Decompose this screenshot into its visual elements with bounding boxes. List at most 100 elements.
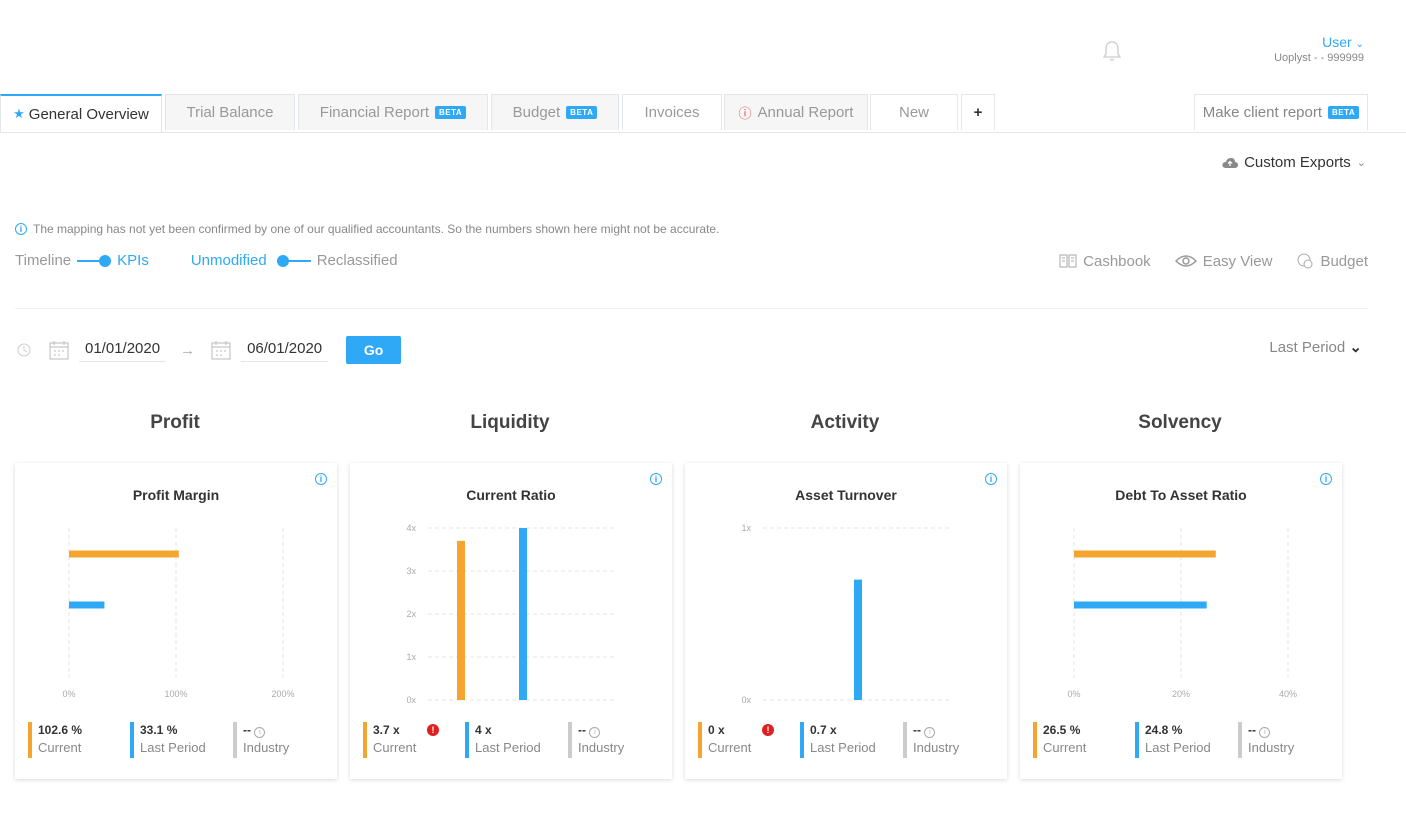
kpi-chart: 0% 100% 200% [62,528,295,699]
company-id: Uoplyst - - 999999 [1274,52,1364,64]
x-tick-label: 0% [62,689,75,699]
easy-view-label: Easy View [1202,252,1273,270]
notice-text: The mapping has not yet been confirmed b… [33,222,720,236]
legend-industry: -- i Industry [903,722,959,758]
legend-label: Industry [578,740,625,755]
legend-label: Industry [1248,740,1295,755]
bar-last-period [1074,601,1207,609]
end-date-input[interactable]: 06/01/2020 [241,338,329,362]
period-dropdown[interactable]: Last Period ⌄ [1269,338,1362,356]
legend-last-period: 4 x Last Period [465,722,541,758]
budget-view[interactable]: Budget [1296,252,1368,270]
tab-label: Budget [512,104,561,121]
legend-value: -- [1248,723,1256,737]
legend-industry: -- i Industry [568,722,624,758]
bar-current [1074,550,1216,558]
kpi-card-asset-turnover: Asset Turnover i 0x 1x 0 x Current! 0.7 x Last … [685,463,1007,779]
unmodified-label: Unmodified [190,252,267,269]
custom-exports-label: Custom Exports [1244,154,1351,171]
legend-label: Industry [913,740,960,755]
x-tick-label: 0% [1067,689,1080,699]
tab-trial-balance[interactable]: Trial Balance [165,94,295,130]
easy-view[interactable]: Easy View [1174,252,1273,270]
legend-value: 0 x [708,723,725,737]
calendar-icon[interactable] [211,340,231,360]
tab-label: General Overview [28,105,149,123]
y-tick-label: 0x [741,695,751,705]
mapping-notice: i The mapping has not yet been confirmed… [15,222,719,236]
chevron-down-icon: ⌄ [1356,157,1366,169]
tab-label: Financial Report [319,104,430,121]
info-icon[interactable]: i [254,727,266,738]
legend-value: -- [578,723,586,737]
chevron-down-icon: ⌄ [1349,339,1362,356]
custom-exports-dropdown[interactable]: Custom Exports ⌄ [1222,154,1366,171]
section-title-activity: Activity [810,412,880,433]
kpi-card-current-ratio: Current Ratio i 0x 1x 2x 3x 4x 3.7 x Current! 4 x… [350,463,672,779]
period-label: Last Period [1269,339,1346,356]
tab-budget[interactable]: Budget BETA [491,94,619,130]
legend-value: 3.7 x [373,723,400,737]
legend-last-period: 33.1 % Last Period [130,722,206,758]
tab-label: Annual Report [757,104,854,121]
info-icon: i [15,223,27,235]
tab-label: New [898,104,929,121]
legend-label: Current [708,740,752,755]
tab-new[interactable]: New [870,94,958,130]
tab-general-overview[interactable]: ★ General Overview [0,94,162,132]
tab-label: Invoices [644,104,700,121]
start-date-input[interactable]: 01/01/2020 [79,338,167,362]
history-icon[interactable] [15,341,33,359]
user-menu[interactable]: User ⌄ [1322,34,1364,50]
date-range-row: 01/01/2020 → 06/01/2020 Go [15,336,402,364]
chart-legend: 102.6 % Current 33.1 % Last Period -- i Indus… [28,722,328,758]
legend-label: Last Period [475,740,541,755]
eye-icon [1174,255,1197,267]
x-tick-label: 100% [164,689,187,699]
cashbook-label: Cashbook [1083,252,1151,270]
timeline-kpi-toggle[interactable] [77,254,112,267]
budget-coins-icon [1297,253,1313,269]
legend-value: 4 x [475,723,492,737]
bar-current [69,550,179,558]
go-button[interactable]: Go [346,336,402,364]
budget-label: Budget [1320,252,1368,270]
kpi-card-profit-margin: Profit Margin i 0% 100% 200% 102.6 % Current 33… [15,463,337,779]
calendar-icon[interactable] [49,340,69,360]
divider [15,308,1368,309]
legend-value: 33.1 % [140,723,178,737]
legend-value: 24.8 % [1145,723,1183,737]
tab-invoices[interactable]: Invoices [622,94,722,130]
cloud-upload-icon [1222,157,1239,168]
bar-last-period [519,528,527,700]
legend-label: Current [373,740,417,755]
y-tick-label: 0x [406,695,416,705]
reclassified-label: Reclassified [316,252,398,269]
make-client-report-button[interactable]: Make client report BETA [1194,94,1368,130]
cashbook-view[interactable]: Cashbook [1059,253,1151,270]
beta-badge: BETA [1328,106,1360,119]
legend-last-period: 0.7 x Last Period [800,722,876,758]
legend-label: Last Period [140,740,206,755]
tab-label: Trial Balance [186,104,274,121]
notification-bell-icon[interactable] [1102,40,1122,62]
reclassified-toggle[interactable] [276,254,311,267]
tab-financial-report[interactable]: Financial Report BETA [298,94,488,130]
info-icon[interactable]: i [589,727,601,738]
info-icon[interactable]: i [1259,727,1271,738]
chevron-down-icon: ⌄ [1355,39,1364,50]
legend-current: 0 x Current [698,722,751,758]
legend-label: Current [38,740,82,755]
kpi-card-debt-to-asset: Debt To Asset Ratio i 0% 20% 40% 26.5 % Curren… [1020,463,1342,779]
alert-icon[interactable]: ! [762,724,774,736]
timeline-label: Timeline [15,252,72,269]
legend-label: Last Period [1145,740,1211,755]
add-tab-button[interactable]: + [961,94,995,130]
tab-annual-report[interactable]: ⓘ Annual Report [724,94,868,130]
legend-current: 3.7 x Current [363,722,416,758]
beta-badge: BETA [435,106,467,119]
alert-icon[interactable]: ! [427,724,439,736]
y-tick-label: 4x [406,523,416,533]
info-icon[interactable]: i [924,727,936,738]
section-title-profit: Profit [150,412,200,433]
